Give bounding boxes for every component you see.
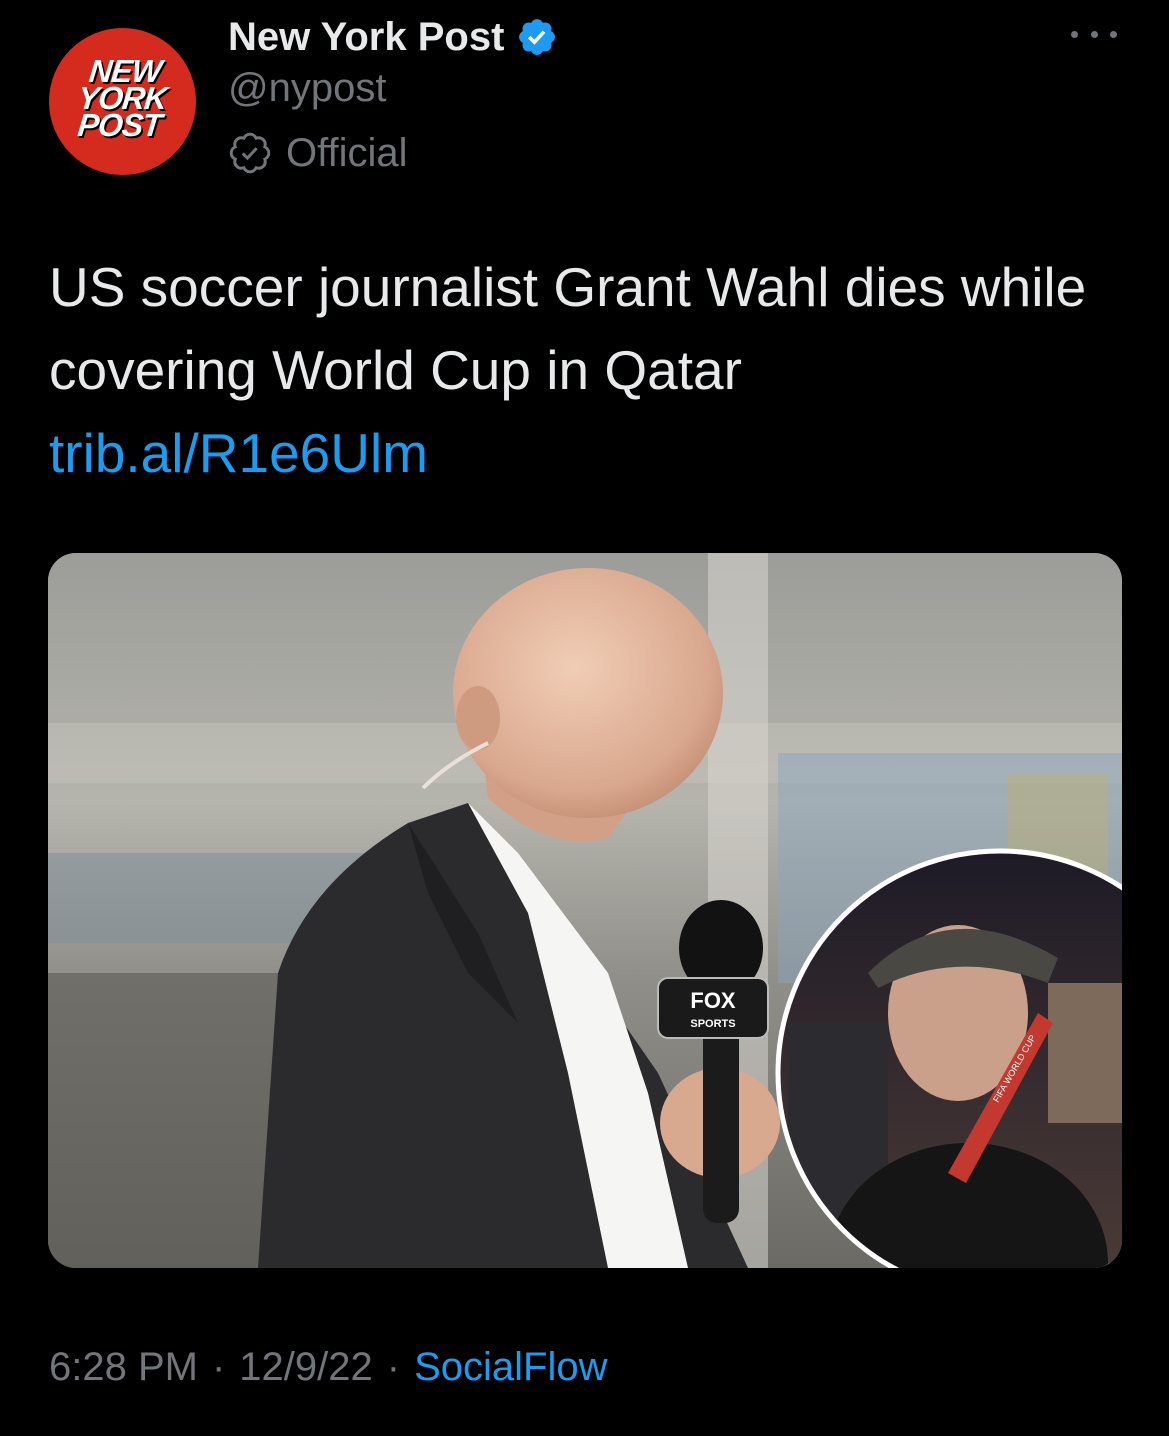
tweet-text: US soccer journalist Grant Wahl dies whi…: [49, 246, 1119, 495]
tweet-time[interactable]: 6:28 PM: [49, 1345, 198, 1390]
mic-flag-brand: FOX: [690, 988, 736, 1013]
tweet-date[interactable]: 12/9/22: [239, 1345, 372, 1390]
more-dot: [1090, 30, 1098, 38]
tweet-body: US soccer journalist Grant Wahl dies whi…: [49, 256, 1087, 401]
meta-separator: ·: [386, 1344, 401, 1389]
official-badge-icon: [229, 132, 271, 174]
tweet-source[interactable]: SocialFlow: [414, 1345, 607, 1390]
photo-illustration: FOX SPORTS FIFA WORLD CUP: [48, 553, 1122, 1268]
tweet-meta: 6:28 PM · 12/9/22 · SocialFlow: [49, 1340, 608, 1394]
official-label-row: Official: [228, 128, 408, 178]
mic-flag-sub: SPORTS: [690, 1018, 735, 1030]
author-handle[interactable]: @nypost: [228, 66, 386, 111]
tweet-media-image[interactable]: FOX SPORTS FIFA WORLD CUP: [48, 553, 1122, 1268]
author-display-name[interactable]: New York Post: [228, 15, 504, 60]
author-name-row: New York Post: [228, 12, 558, 62]
verified-badge-icon: [519, 19, 556, 55]
more-dot: [1071, 30, 1078, 38]
nypost-logo: NEW YORK POST: [74, 53, 171, 143]
logo-line-3: POST: [76, 107, 164, 143]
tweet-link[interactable]: trib.al/R1e6Ulm: [49, 412, 1119, 495]
official-label: Official: [286, 130, 408, 175]
more-dot: [1110, 30, 1117, 38]
more-options-icon[interactable]: [1071, 24, 1117, 44]
author-avatar[interactable]: NEW YORK POST: [49, 28, 196, 175]
meta-separator: ·: [211, 1344, 226, 1389]
